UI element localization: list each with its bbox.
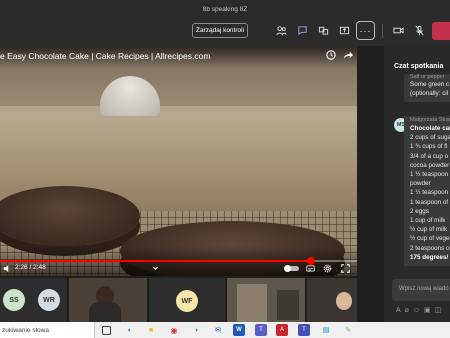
explorer-icon[interactable]: ■	[145, 324, 157, 336]
format-icon[interactable]: A	[396, 307, 401, 314]
video-progress-fill	[0, 260, 311, 262]
chat-author-name: Małgorzata Strad	[410, 117, 450, 123]
chat-message-line: 3/4 of a cup o	[410, 152, 449, 160]
video-progress-bar[interactable]	[0, 257, 357, 265]
mail-icon[interactable]: ✉	[212, 324, 224, 336]
participant-tile[interactable]: SS WR	[0, 278, 67, 322]
video-title: e Easy Chocolate Cake | Cake Recipes | A…	[0, 46, 357, 68]
attach-icon[interactable]: ⌀	[405, 306, 409, 314]
chat-title: Czat spotkania	[394, 63, 444, 70]
participant-room-image	[237, 284, 267, 322]
video-controls: 2:26 / 2:48	[0, 246, 357, 276]
emoji-icon[interactable]: ☺	[413, 307, 420, 314]
store-icon[interactable]: ▤	[320, 324, 332, 336]
participant-body-image	[89, 302, 121, 322]
more-icon[interactable]: ···	[356, 21, 375, 40]
taskbar-search-input[interactable]: zukiwanie słowa	[0, 322, 95, 338]
subtitles-icon[interactable]	[305, 263, 315, 273]
window-title-bar: 8b speaking 8Z	[0, 0, 450, 18]
edge-icon[interactable]: ◐	[124, 324, 136, 336]
chat-message-line: 1 ½ teaspoon	[410, 189, 449, 197]
teams-2-icon[interactable]: T	[298, 324, 310, 336]
chat-gutter	[357, 46, 384, 322]
volume-icon[interactable]	[2, 263, 12, 273]
participant-video-tile[interactable]	[307, 278, 357, 322]
meeting-toolbar: Zarządaj kontroli ···	[0, 18, 450, 46]
avatar: SS	[3, 289, 25, 311]
chat-message-line: ½ cup of vege	[410, 235, 450, 243]
participant-tile[interactable]: WF	[149, 278, 225, 322]
chat-icon[interactable]	[294, 22, 311, 39]
chat-message: Małgorzata Strad Chocolate cak 2 cups of…	[404, 116, 450, 266]
chat-message: Salt or pepper Some green c (optionally:…	[404, 74, 450, 102]
chat-message-line: cocoa powder	[410, 161, 450, 169]
participant-video-tile[interactable]	[69, 278, 147, 322]
chat-message-line: ½ cup of milk	[410, 226, 448, 234]
chat-message-line: powder	[410, 180, 431, 188]
chat-compose-input[interactable]: Wpisz nową wiado	[392, 279, 450, 301]
share-tray-icon[interactable]	[336, 22, 353, 39]
window-title: 8b speaking 8Z	[202, 5, 248, 13]
chat-message-line: 1 ¾ cups of fl	[410, 143, 448, 151]
chevron-down-icon[interactable]	[150, 263, 160, 273]
gif-icon[interactable]: ▣	[424, 306, 431, 314]
mic-icon[interactable]	[411, 22, 428, 39]
avatar: WR	[38, 289, 60, 311]
chat-message-line: 2 teaspoons o	[410, 244, 450, 252]
people-icon[interactable]	[273, 22, 290, 39]
leave-icon[interactable]	[432, 22, 450, 40]
chat-message-line: 2 eggs	[410, 207, 429, 215]
participant-face-image	[336, 292, 352, 310]
chat-message-line: 1 ½ teaspoon	[410, 171, 449, 179]
toolbar-divider	[382, 24, 383, 38]
fullscreen-icon[interactable]	[340, 263, 350, 273]
watch-later-icon[interactable]	[326, 50, 338, 62]
share-arrow-icon[interactable]	[343, 50, 355, 62]
settings-gear-icon[interactable]	[322, 263, 332, 273]
word-icon[interactable]: W	[233, 324, 245, 336]
chat-message-line: (optionally: cil	[410, 90, 449, 98]
breakout-rooms-icon[interactable]	[315, 22, 332, 39]
chat-message-line: 1 cup of milk	[410, 217, 446, 225]
chrome-icon[interactable]: ◉	[168, 324, 180, 336]
teams-icon[interactable]: T	[255, 324, 267, 336]
notes-icon[interactable]: ✎	[342, 324, 354, 336]
participant-room-image	[277, 290, 299, 320]
participant-strip: SS WR WF	[0, 276, 357, 322]
chat-message-line: 175 degrees/	[410, 253, 449, 261]
participant-video-tile[interactable]	[227, 278, 305, 322]
chat-message-title: Chocolate cak	[410, 125, 450, 132]
camera-icon[interactable]	[390, 22, 407, 39]
chat-message-line: Some green c	[410, 81, 450, 88]
acrobat-icon[interactable]: A	[276, 324, 288, 336]
taskbar: zukiwanie słowa ◐ ■ ◉ ◑ ✉ W T A T ▤ ✎	[0, 322, 450, 338]
edge-2-icon[interactable]: ◑	[190, 324, 202, 336]
chat-message-line: 2 cups of suga	[410, 134, 450, 142]
avatar: WF	[176, 290, 198, 312]
video-time: 2:26 / 2:48	[15, 264, 46, 271]
task-view-icon[interactable]	[102, 326, 111, 335]
shared-video[interactable]: e Easy Chocolate Cake | Cake Recipes | A…	[0, 46, 357, 276]
sticker-icon[interactable]: ◫	[435, 306, 442, 314]
autoplay-toggle[interactable]	[284, 265, 299, 272]
chat-message-line: 1 teaspoon of	[410, 198, 449, 206]
compose-toolbar: A ⌀ ☺ ▣ ◫	[392, 303, 450, 317]
control-share-button[interactable]: Zarządaj kontroli	[192, 23, 248, 38]
